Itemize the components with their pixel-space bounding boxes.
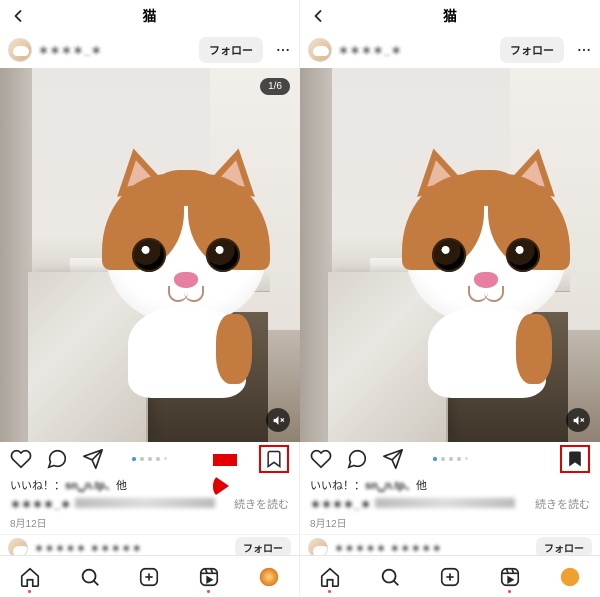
caption-text — [375, 498, 515, 508]
cat-image — [106, 148, 266, 378]
carousel-counter: 1/6 — [260, 78, 290, 95]
like-button[interactable] — [310, 448, 332, 470]
nav-home[interactable] — [319, 566, 341, 588]
author-username[interactable]: ＊＊＊＊_＊ — [338, 42, 402, 58]
reels-icon — [499, 566, 521, 588]
plus-square-icon — [138, 566, 160, 588]
nav-reels[interactable] — [198, 566, 220, 588]
nav-reels[interactable] — [499, 566, 521, 588]
post-author-row: ＊＊＊＊_＊ フォロー — [0, 32, 299, 68]
author-avatar[interactable] — [8, 38, 32, 62]
ellipsis-icon — [275, 42, 291, 58]
nav-profile[interactable] — [258, 566, 280, 588]
caption-text — [75, 498, 215, 508]
likes-text[interactable]: いいね！：sn␣n.tp、他 — [0, 476, 299, 494]
caption-row[interactable]: ＊＊＊＊_＊ 続きを読む — [0, 494, 299, 514]
caption-username: ＊＊＊＊_＊ — [310, 496, 371, 512]
top-bar: 猫 — [300, 0, 600, 32]
bottom-nav — [0, 555, 299, 597]
caption-username: ＊＊＊＊_＊ — [10, 496, 71, 512]
notification-dot-icon — [207, 590, 210, 593]
home-icon — [19, 566, 41, 588]
like-button[interactable] — [10, 448, 32, 470]
heart-icon — [310, 448, 332, 470]
comment-button[interactable] — [346, 448, 368, 470]
mute-button[interactable] — [266, 408, 290, 432]
screenshot-left: 猫 ＊＊＊＊_＊ フォロー 1/6 — [0, 0, 300, 597]
mute-button[interactable] — [566, 408, 590, 432]
post-date: 8月12日 — [0, 514, 299, 534]
more-options-button[interactable] — [576, 42, 592, 58]
screenshot-right: 猫 ＊＊＊＊_＊ フォロー — [300, 0, 600, 597]
share-button[interactable] — [82, 448, 104, 470]
post-media[interactable]: 1/6 — [0, 68, 300, 442]
post-author-row: ＊＊＊＊_＊ フォロー — [300, 32, 600, 68]
home-icon — [319, 566, 341, 588]
nav-search[interactable] — [379, 566, 401, 588]
comment-icon — [46, 448, 68, 470]
post-media[interactable] — [300, 68, 600, 442]
back-button[interactable] — [8, 6, 28, 26]
share-icon — [382, 448, 404, 470]
ellipsis-icon — [576, 42, 592, 58]
nav-home[interactable] — [19, 566, 41, 588]
nav-create[interactable] — [138, 566, 160, 588]
bookmark-button-saved[interactable] — [560, 445, 590, 473]
nav-profile[interactable] — [559, 566, 581, 588]
page-title: 猫 — [443, 6, 457, 26]
follow-button[interactable]: フォロー — [500, 37, 564, 63]
speaker-mute-icon — [272, 414, 285, 427]
profile-avatar-icon — [258, 566, 280, 588]
reels-icon — [198, 566, 220, 588]
share-button[interactable] — [382, 448, 404, 470]
bookmark-button[interactable] — [259, 445, 289, 473]
notification-dot-icon — [28, 590, 31, 593]
post-date: 8月12日 — [300, 514, 600, 534]
cat-image — [406, 148, 566, 378]
author-username[interactable]: ＊＊＊＊_＊ — [38, 42, 102, 58]
chevron-left-icon — [308, 6, 328, 26]
follow-button[interactable]: フォロー — [199, 37, 263, 63]
read-more-link[interactable]: 続きを読む — [535, 496, 590, 512]
profile-avatar-icon — [559, 566, 581, 588]
bookmark-filled-icon — [565, 449, 585, 469]
next-author-username[interactable]: ＊＊＊＊＊ ＊＊＊＊＊ — [34, 540, 142, 555]
page-title: 猫 — [143, 6, 157, 26]
search-icon — [379, 566, 401, 588]
carousel-indicator — [0, 457, 299, 461]
nav-search[interactable] — [79, 566, 101, 588]
post-actions — [0, 442, 299, 476]
share-icon — [82, 448, 104, 470]
bottom-nav — [300, 555, 600, 597]
plus-square-icon — [439, 566, 461, 588]
back-button[interactable] — [308, 6, 328, 26]
author-avatar[interactable] — [308, 38, 332, 62]
comment-button[interactable] — [46, 448, 68, 470]
speaker-mute-icon — [572, 414, 585, 427]
notification-dot-icon — [508, 590, 511, 593]
annotation-arrow — [213, 449, 253, 471]
bookmark-outline-icon — [264, 449, 284, 469]
comment-icon — [346, 448, 368, 470]
nav-create[interactable] — [439, 566, 461, 588]
notification-dot-icon — [328, 590, 331, 593]
chevron-left-icon — [8, 6, 28, 26]
heart-icon — [10, 448, 32, 470]
read-more-link[interactable]: 続きを読む — [234, 496, 289, 512]
search-icon — [79, 566, 101, 588]
carousel-indicator — [300, 457, 600, 461]
caption-row[interactable]: ＊＊＊＊_＊ 続きを読む — [300, 494, 600, 514]
top-bar: 猫 — [0, 0, 299, 32]
likes-text[interactable]: いいね！：sn␣n.tp、他 — [300, 476, 600, 494]
post-actions — [300, 442, 600, 476]
next-author-username[interactable]: ＊＊＊＊＊ ＊＊＊＊＊ — [334, 540, 442, 555]
more-options-button[interactable] — [275, 42, 291, 58]
